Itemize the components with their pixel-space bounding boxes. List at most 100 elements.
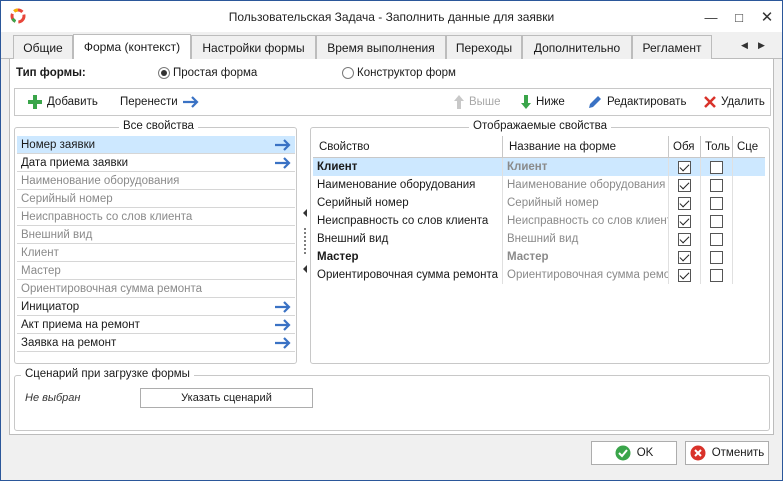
cell-readonly: [701, 176, 733, 194]
tab-form-context[interactable]: Форма (контекст): [73, 34, 191, 59]
cell-scenario: [733, 176, 765, 194]
cancel-button[interactable]: Отменить: [685, 441, 769, 465]
delete-x-icon: [704, 96, 716, 108]
tab-bar: Общие Форма (контекст) Настройки формы В…: [1, 32, 782, 59]
cell-readonly: [701, 266, 733, 284]
cell-form-name: Наименование оборудования: [503, 176, 669, 194]
list-item-label: Неисправность со слов клиента: [21, 210, 193, 223]
tab-regulation[interactable]: Регламент: [632, 35, 712, 59]
tab-scroll-right-icon[interactable]: ▶: [758, 40, 765, 51]
list-item[interactable]: Инициатор: [17, 298, 295, 316]
edit-button[interactable]: Редактировать: [587, 89, 686, 115]
move-down-button[interactable]: Ниже: [520, 89, 565, 115]
cell-scenario: [733, 230, 765, 248]
move-up-button[interactable]: Выше: [453, 89, 501, 115]
minimize-icon[interactable]: —: [697, 5, 725, 29]
ok-check-icon: [615, 445, 631, 461]
table-row[interactable]: Клиент Клиент: [313, 158, 765, 176]
col-header-required[interactable]: Обя: [669, 136, 701, 157]
cell-readonly: [701, 158, 733, 176]
table-row[interactable]: Мастер Мастер: [313, 248, 765, 266]
col-header-readonly[interactable]: Толь: [701, 136, 733, 157]
readonly-checkbox[interactable]: [710, 178, 723, 192]
radio-unselected-icon[interactable]: [342, 67, 354, 79]
radio-form-constructor[interactable]: Конструктор форм: [342, 67, 456, 79]
list-item[interactable]: Дата приема заявки: [17, 154, 295, 172]
close-icon[interactable]: ✕: [753, 5, 781, 29]
cell-readonly: [701, 194, 733, 212]
table-row[interactable]: Ориентировочная сумма ремонта Ориентирово…: [313, 266, 765, 284]
list-item[interactable]: Клиент: [17, 244, 295, 262]
cell-form-name: Мастер: [503, 248, 669, 266]
required-checkbox[interactable]: [678, 160, 691, 174]
list-item-label: Номер заявки: [21, 138, 96, 151]
panel-splitter[interactable]: [301, 189, 309, 349]
readonly-checkbox[interactable]: [710, 214, 723, 228]
tab-execution-time[interactable]: Время выполнения: [316, 35, 446, 59]
cancel-button-label: Отменить: [711, 447, 765, 459]
col-header-scenario[interactable]: Сце: [733, 136, 765, 157]
table-row[interactable]: Внешний вид Внешний вид: [313, 230, 765, 248]
splitter-grip-icon: [303, 209, 307, 273]
ok-button[interactable]: OK: [591, 441, 677, 465]
tab-scroll-left-icon[interactable]: ◀: [741, 40, 748, 51]
move-button[interactable]: Перенести: [120, 89, 200, 115]
all-properties-panel: Все свойства Номер заявки Дата приема зая…: [14, 120, 297, 364]
required-checkbox[interactable]: [678, 268, 691, 282]
list-item[interactable]: Акт приема на ремонт: [17, 316, 295, 334]
cell-required: [669, 266, 701, 284]
required-checkbox[interactable]: [678, 178, 691, 192]
readonly-checkbox[interactable]: [710, 196, 723, 210]
tab-additional[interactable]: Дополнительно: [522, 35, 632, 59]
list-item[interactable]: Внешний вид: [17, 226, 295, 244]
list-item-label: Дата приема заявки: [21, 156, 129, 169]
tab-content: Тип формы: Простая форма Конструктор фор…: [9, 59, 774, 435]
readonly-checkbox[interactable]: [710, 232, 723, 246]
cell-form-name: Клиент: [503, 158, 669, 176]
readonly-checkbox[interactable]: [710, 160, 723, 174]
cell-property: Ориентировочная сумма ремонта: [313, 266, 503, 284]
table-row[interactable]: Неисправность со слов клиента Неисправнос…: [313, 212, 765, 230]
cell-required: [669, 230, 701, 248]
list-item[interactable]: Ориентировочная сумма ремонта: [17, 280, 295, 298]
list-item[interactable]: Наименование оборудования: [17, 172, 295, 190]
delete-button-label: Удалить: [721, 96, 765, 108]
required-checkbox[interactable]: [678, 214, 691, 228]
arrow-right-icon[interactable]: [274, 318, 292, 332]
required-checkbox[interactable]: [678, 232, 691, 246]
cell-form-name: Неисправность со слов клиента: [503, 212, 669, 230]
arrow-right-icon[interactable]: [274, 300, 292, 314]
cell-readonly: [701, 230, 733, 248]
arrow-right-icon[interactable]: [274, 156, 292, 170]
add-button[interactable]: Добавить: [27, 89, 98, 115]
cell-scenario: [733, 158, 765, 176]
title-bar: Пользовательская Задача - Заполнить данн…: [1, 1, 782, 32]
cell-scenario: [733, 266, 765, 284]
specify-scenario-button[interactable]: Указать сценарий: [140, 388, 313, 408]
table-row[interactable]: Серийный номер Серийный номер: [313, 194, 765, 212]
readonly-checkbox[interactable]: [710, 268, 723, 282]
tab-general[interactable]: Общие: [13, 35, 73, 59]
tab-form-settings[interactable]: Настройки формы: [191, 35, 316, 59]
cell-required: [669, 176, 701, 194]
radio-simple-form[interactable]: Простая форма: [158, 67, 257, 79]
cell-form-name: Ориентировочная сумма ремонта: [503, 266, 669, 284]
list-item[interactable]: Неисправность со слов клиента: [17, 208, 295, 226]
delete-button[interactable]: Удалить: [703, 89, 765, 115]
required-checkbox[interactable]: [678, 196, 691, 210]
move-down-label: Ниже: [536, 96, 565, 108]
list-item[interactable]: Заявка на ремонт: [17, 334, 295, 352]
col-header-property[interactable]: Свойство: [313, 136, 503, 157]
list-item[interactable]: Серийный номер: [17, 190, 295, 208]
tab-transitions[interactable]: Переходы: [446, 35, 522, 59]
list-item[interactable]: Номер заявки: [17, 136, 295, 154]
radio-selected-icon[interactable]: [158, 67, 170, 79]
arrow-right-icon[interactable]: [274, 336, 292, 350]
col-header-form-name[interactable]: Название на форме: [503, 136, 669, 157]
maximize-icon[interactable]: □: [725, 5, 753, 29]
readonly-checkbox[interactable]: [710, 250, 723, 264]
table-row[interactable]: Наименование оборудования Наименование об…: [313, 176, 765, 194]
arrow-right-icon[interactable]: [274, 138, 292, 152]
required-checkbox[interactable]: [678, 250, 691, 264]
list-item[interactable]: Мастер: [17, 262, 295, 280]
